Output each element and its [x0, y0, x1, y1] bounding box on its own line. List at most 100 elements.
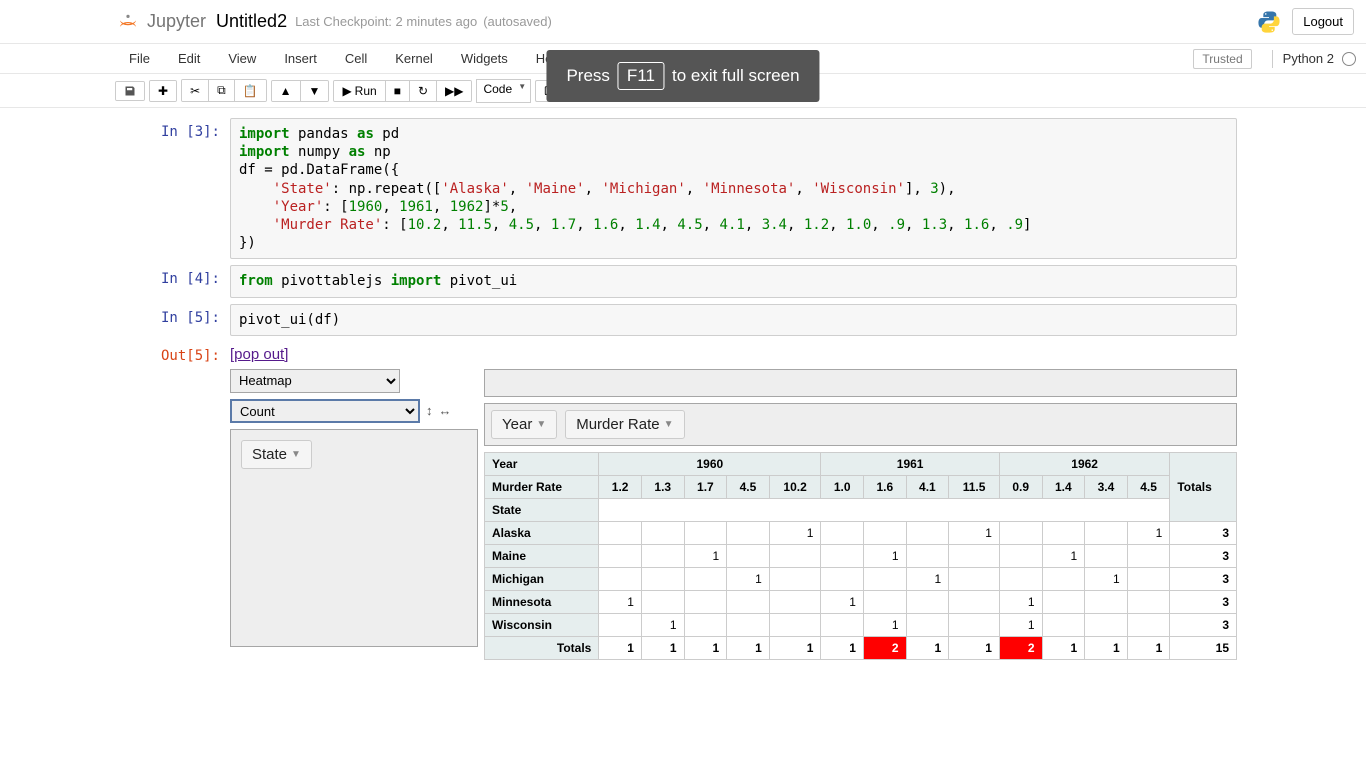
cell: [727, 544, 770, 567]
cell: 1: [999, 613, 1042, 636]
cell: [1085, 613, 1128, 636]
cell: [1127, 544, 1170, 567]
cell: 1: [684, 544, 727, 567]
menu-widgets[interactable]: Widgets: [447, 51, 522, 66]
cell: [906, 590, 949, 613]
swap-rows-icon[interactable]: ↕: [426, 403, 433, 418]
unused-fields-zone[interactable]: [484, 369, 1237, 397]
state-row: Wisconsin: [485, 613, 599, 636]
paste-button[interactable]: 📋: [235, 80, 266, 101]
cut-button[interactable]: ✂: [182, 80, 209, 101]
cell: 1: [949, 521, 1000, 544]
pivot-table: Year196019611962TotalsMurder Rate1.21.31…: [484, 452, 1237, 660]
cell: 1: [1042, 544, 1085, 567]
cell: [684, 521, 727, 544]
row-total: 3: [1170, 613, 1237, 636]
col-fields-zone[interactable]: Year▼ Murder Rate▼: [484, 403, 1237, 446]
jupyter-logo[interactable]: Jupyter: [115, 9, 206, 35]
aggregator-select[interactable]: Count: [230, 399, 420, 423]
row-total: 3: [1170, 544, 1237, 567]
save-button[interactable]: [116, 82, 144, 100]
row-fields-zone[interactable]: State▼: [230, 429, 478, 647]
rate-col: 1.2: [599, 475, 642, 498]
cell: [599, 613, 642, 636]
cell: [727, 521, 770, 544]
trusted-badge[interactable]: Trusted: [1193, 49, 1251, 69]
code-cell[interactable]: In [4]: from pivottablejs import pivot_u…: [115, 265, 1237, 297]
cell: [769, 590, 821, 613]
col-total: 1: [684, 636, 727, 659]
code-cell[interactable]: In [5]: pivot_ui(df): [115, 304, 1237, 336]
totals-row-label: Totals: [485, 636, 599, 659]
add-cell-button[interactable]: ✚: [150, 81, 176, 101]
state-row: Maine: [485, 544, 599, 567]
cell: [949, 590, 1000, 613]
cell-type-select[interactable]: Code: [476, 79, 531, 103]
col-total: 2: [999, 636, 1042, 659]
cell: [641, 544, 684, 567]
cell: 1: [727, 567, 770, 590]
rate-col: 1.7: [684, 475, 727, 498]
menu-view[interactable]: View: [214, 51, 270, 66]
cell: 1: [1127, 521, 1170, 544]
row-total: 3: [1170, 590, 1237, 613]
popout-link[interactable]: [pop out]: [230, 346, 288, 363]
menu-file[interactable]: File: [115, 51, 164, 66]
field-murder-rate[interactable]: Murder Rate▼: [565, 410, 684, 439]
move-down-button[interactable]: ▼: [301, 81, 329, 101]
cell: [641, 521, 684, 544]
cell: [1127, 567, 1170, 590]
menu-edit[interactable]: Edit: [164, 51, 214, 66]
menu-kernel[interactable]: Kernel: [381, 51, 447, 66]
cell: [1042, 521, 1085, 544]
logout-button[interactable]: Logout: [1292, 8, 1354, 35]
cell: [1127, 590, 1170, 613]
cell: 1: [769, 521, 821, 544]
copy-button[interactable]: ⧉: [209, 80, 235, 101]
in-prompt: In [5]:: [115, 304, 230, 336]
cell: 1: [1085, 567, 1128, 590]
cell: [999, 521, 1042, 544]
cell: [949, 567, 1000, 590]
fullscreen-notice: Press F11 to exit full screen: [546, 50, 819, 102]
restart-button[interactable]: ↻: [410, 81, 437, 101]
cell: [599, 567, 642, 590]
murder-header: Murder Rate: [485, 475, 599, 498]
menu-cell[interactable]: Cell: [331, 51, 381, 66]
renderer-select[interactable]: Heatmap: [230, 369, 400, 393]
cell: [684, 567, 727, 590]
interrupt-button[interactable]: ■: [386, 81, 410, 101]
code-input[interactable]: import pandas as pd import numpy as np d…: [230, 118, 1237, 259]
row-total: 3: [1170, 567, 1237, 590]
cell: 1: [599, 590, 642, 613]
state-row: Minnesota: [485, 590, 599, 613]
cell: [999, 544, 1042, 567]
python-icon: [1256, 9, 1282, 35]
move-up-button[interactable]: ▲: [272, 81, 301, 101]
cell: [863, 590, 906, 613]
kernel-name[interactable]: Python 2: [1283, 51, 1334, 66]
col-total: 1: [1127, 636, 1170, 659]
field-state[interactable]: State▼: [241, 440, 312, 469]
run-button[interactable]: ▶ Run: [334, 81, 385, 101]
checkpoint-text: Last Checkpoint: 2 minutes ago: [295, 14, 477, 29]
menu-insert[interactable]: Insert: [270, 51, 331, 66]
code-input[interactable]: from pivottablejs import pivot_ui: [230, 265, 1237, 297]
notebook-title[interactable]: Untitled2: [216, 11, 287, 32]
restart-run-button[interactable]: ▶▶: [437, 81, 471, 101]
col-total: 1: [769, 636, 821, 659]
out-prompt: Out[5]:: [115, 342, 230, 660]
output-cell: Out[5]: [pop out] Heatmap Count ↕ ↔ Stat…: [115, 342, 1237, 660]
cell: [1085, 544, 1128, 567]
in-prompt: In [3]:: [115, 118, 230, 259]
swap-cols-icon[interactable]: ↔: [439, 403, 452, 418]
field-year[interactable]: Year▼: [491, 410, 557, 439]
cell: [906, 544, 949, 567]
code-input[interactable]: pivot_ui(df): [230, 304, 1237, 336]
cell: [599, 544, 642, 567]
cell: [684, 613, 727, 636]
state-row: Alaska: [485, 521, 599, 544]
cell: [906, 613, 949, 636]
code-cell[interactable]: In [3]: import pandas as pd import numpy…: [115, 118, 1237, 259]
year-col: 1960: [599, 452, 821, 475]
